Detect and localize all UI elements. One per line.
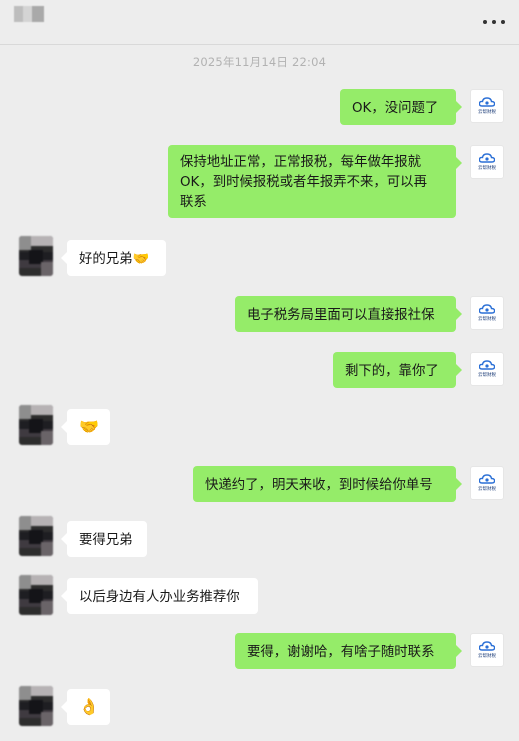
incoming-message[interactable]: 🤝 — [61, 409, 110, 445]
my-avatar[interactable]: 云帮财税 — [470, 296, 504, 330]
contact-name-blurred — [14, 6, 44, 22]
incoming-message[interactable]: 要得兄弟 — [61, 521, 147, 557]
contact-avatar[interactable] — [19, 405, 53, 445]
more-options-button[interactable] — [483, 12, 505, 32]
outgoing-message[interactable]: 快递约了，明天来收，到时候给你单号 — [193, 466, 462, 502]
outgoing-message[interactable]: 电子税务局里面可以直接报社保 — [235, 296, 462, 332]
my-avatar[interactable]: 云帮财税 — [470, 89, 504, 123]
contact-avatar[interactable] — [19, 575, 53, 615]
outgoing-message[interactable]: 剩下的，靠你了 — [333, 352, 462, 388]
chat-header — [0, 0, 519, 45]
outgoing-message[interactable]: 要得，谢谢哈，有啥子随时联系 — [235, 633, 462, 669]
outgoing-message[interactable]: OK，没问题了 — [340, 89, 462, 125]
more-dots-icon — [483, 20, 487, 24]
my-avatar[interactable]: 云帮财税 — [470, 633, 504, 667]
cloud-logo-icon — [479, 360, 495, 370]
contact-avatar[interactable] — [19, 516, 53, 556]
cloud-logo-icon — [479, 304, 495, 314]
cloud-logo-icon — [479, 97, 495, 107]
my-avatar[interactable]: 云帮财税 — [470, 145, 504, 179]
my-avatar[interactable]: 云帮财税 — [470, 466, 504, 500]
cloud-logo-icon — [479, 474, 495, 484]
outgoing-message[interactable]: 保持地址正常，正常报税，每年做年报就 OK，到时候报税或者年报弄不来，可以再 联… — [168, 145, 462, 218]
incoming-message[interactable]: 好的兄弟🤝 — [61, 240, 166, 276]
cloud-logo-icon — [479, 641, 495, 651]
contact-avatar[interactable] — [19, 686, 53, 726]
incoming-message[interactable]: 👌 — [61, 689, 110, 725]
contact-avatar[interactable] — [19, 236, 53, 276]
message-timestamp: 2025年11月14日 22:04 — [192, 55, 327, 69]
my-avatar[interactable]: 云帮财税 — [470, 352, 504, 386]
incoming-message[interactable]: 以后身边有人办业务推荐你 — [61, 578, 258, 614]
cloud-logo-icon — [479, 153, 495, 163]
